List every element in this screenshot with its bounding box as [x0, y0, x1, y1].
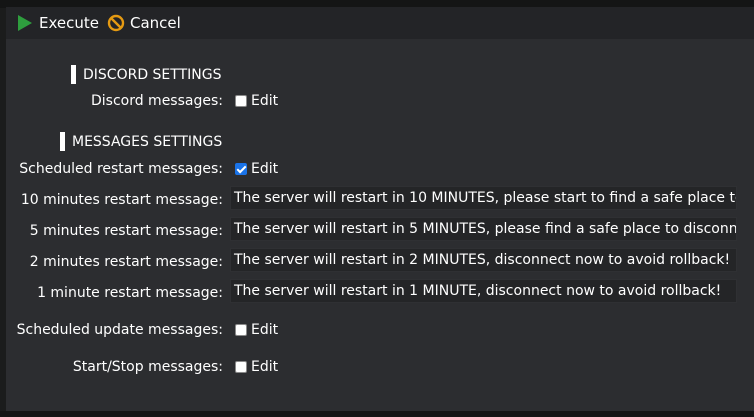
- start-stop-toggle[interactable]: Edit: [235, 359, 278, 375]
- execute-label: Execute: [39, 14, 99, 32]
- start-stop-edit-label: Edit: [251, 359, 279, 375]
- restart-1-label: 1 minute restart message:: [37, 285, 223, 301]
- section-marker: [71, 65, 76, 84]
- execute-button[interactable]: Execute: [16, 7, 99, 39]
- discord-section-title: DISCORD SETTINGS: [71, 65, 221, 84]
- start-stop-label: Start/Stop messages:: [72, 359, 223, 375]
- cancel-icon: [107, 14, 125, 32]
- restart-2-input[interactable]: The server will restart in 2 MINUTES, di…: [230, 248, 737, 272]
- restart-2-label: 2 minutes restart message:: [29, 254, 223, 270]
- discord-messages-checkbox[interactable]: [235, 95, 247, 107]
- scheduled-update-toggle[interactable]: Edit: [235, 322, 278, 338]
- restart-5-label: 5 minutes restart message:: [29, 223, 223, 239]
- scheduled-restart-edit-label: Edit: [251, 161, 279, 177]
- messages-section-label: MESSAGES SETTINGS: [72, 133, 223, 150]
- restart-1-input[interactable]: The server will restart in 1 MINUTE, dis…: [230, 279, 737, 303]
- cancel-label: Cancel: [130, 14, 181, 32]
- scheduled-update-label: Scheduled update messages:: [16, 322, 223, 338]
- background-bottom: [0, 411, 754, 417]
- discord-edit-label: Edit: [251, 93, 279, 109]
- section-marker: [60, 132, 65, 151]
- scheduled-update-checkbox[interactable]: [235, 324, 247, 336]
- discord-messages-toggle[interactable]: Edit: [235, 93, 278, 109]
- settings-panel: Execute Cancel DISCORD SETTINGS Discord …: [6, 7, 754, 411]
- restart-5-input[interactable]: The server will restart in 5 MINUTES, pl…: [230, 217, 737, 241]
- messages-section-title: MESSAGES SETTINGS: [60, 132, 222, 151]
- restart-10-input[interactable]: The server will restart in 10 MINUTES, p…: [230, 186, 737, 210]
- discord-section-label: DISCORD SETTINGS: [83, 66, 222, 83]
- discord-messages-label: Discord messages:: [90, 93, 223, 109]
- start-stop-checkbox[interactable]: [235, 361, 247, 373]
- scheduled-update-edit-label: Edit: [251, 322, 279, 338]
- scheduled-restart-checkbox[interactable]: [235, 163, 247, 175]
- scheduled-restart-label: Scheduled restart messages:: [19, 161, 223, 177]
- cancel-button[interactable]: Cancel: [107, 7, 181, 39]
- scheduled-restart-toggle[interactable]: Edit: [235, 161, 278, 177]
- play-icon: [18, 15, 32, 31]
- toolbar: Execute Cancel: [6, 7, 754, 39]
- restart-10-label: 10 minutes restart message:: [20, 192, 223, 208]
